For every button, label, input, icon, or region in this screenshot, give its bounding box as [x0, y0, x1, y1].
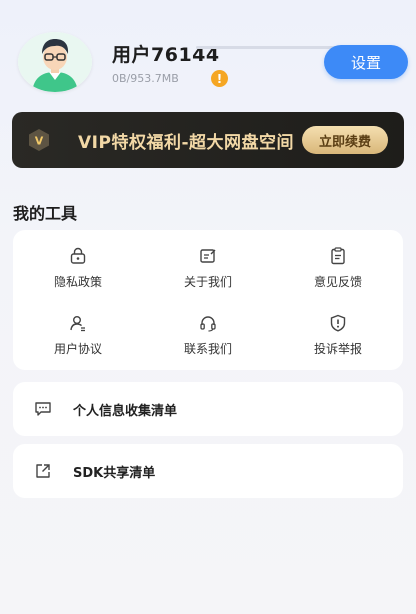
- message-icon: [35, 402, 51, 416]
- username: 用户76144: [112, 44, 220, 66]
- vip-promo-text: VIP特权福利-超大网盘空间: [78, 133, 294, 153]
- feedback-icon: [331, 247, 345, 265]
- tool-privacy-policy[interactable]: 隐私政策: [13, 246, 143, 306]
- tool-label: 投诉举报: [313, 342, 362, 356]
- tool-label: 隐私政策: [53, 275, 102, 289]
- share-icon: [36, 464, 50, 478]
- svg-text:V: V: [35, 135, 44, 148]
- list-item-personal-info-collection[interactable]: 个人信息收集清单: [13, 382, 403, 436]
- list-item-label: 个人信息收集清单: [73, 404, 178, 419]
- avatar[interactable]: [18, 32, 92, 92]
- user-icon: [70, 316, 85, 332]
- tool-contact-us[interactable]: 联系我们: [143, 313, 273, 373]
- list-item-sdk-sharing[interactable]: SDK共享清单: [13, 444, 403, 498]
- edit-doc-icon: [200, 249, 216, 263]
- renew-button[interactable]: 立即续费: [302, 126, 388, 154]
- tool-label: 关于我们: [183, 275, 232, 289]
- storage-usage: 0B/953.7MB: [112, 72, 179, 85]
- tool-label: 用户协议: [53, 342, 102, 356]
- warning-icon[interactable]: !: [211, 70, 228, 87]
- tool-label: 联系我们: [183, 342, 232, 356]
- list-item-label: SDK共享清单: [73, 466, 156, 481]
- tool-report[interactable]: 投诉举报: [273, 313, 403, 373]
- vip-badge-icon: V: [28, 128, 50, 152]
- report-icon: [330, 314, 346, 332]
- tool-about-us[interactable]: 关于我们: [143, 246, 273, 306]
- tool-user-agreement[interactable]: 用户协议: [13, 313, 143, 373]
- settings-button[interactable]: 设置: [324, 45, 408, 79]
- tool-label: 意见反馈: [313, 275, 362, 289]
- storage-progress-bar: [196, 46, 336, 49]
- section-title-tools: 我的工具: [13, 204, 78, 223]
- headset-icon: [200, 316, 216, 332]
- lock-icon: [70, 247, 86, 264]
- tools-card: 隐私政策 关于我们 意见反馈 用户协议 联系我们 投诉举报: [13, 230, 403, 370]
- tool-feedback[interactable]: 意见反馈: [273, 246, 403, 306]
